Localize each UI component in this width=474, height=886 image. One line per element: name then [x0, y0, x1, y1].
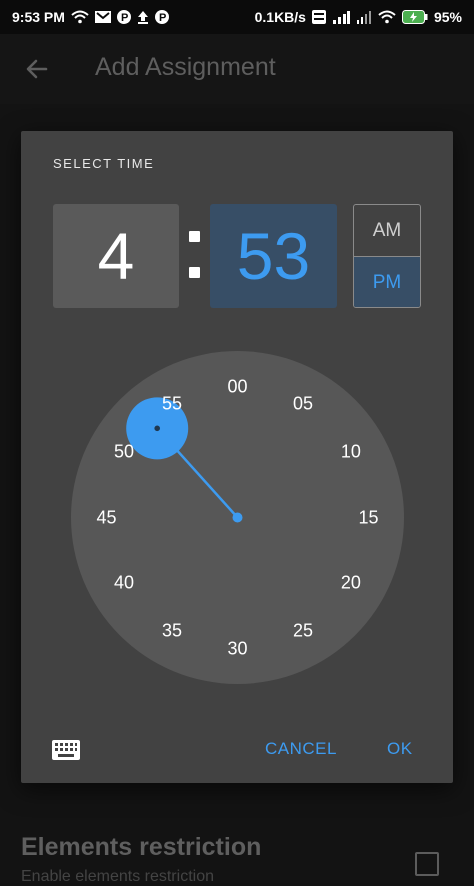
clock-label-05[interactable]: 05: [293, 394, 313, 415]
signal-icon: [332, 10, 350, 24]
battery-percent: 95%: [433, 9, 462, 25]
clock-label-55[interactable]: 55: [162, 394, 182, 415]
gmail-icon: [94, 10, 111, 24]
clock-dial[interactable]: 00 05 10 15 20 25 30 35 40 45 50 55: [71, 351, 404, 684]
dialog-label: SELECT TIME: [53, 156, 155, 171]
arrow-left-icon[interactable]: [24, 56, 50, 82]
clock-label-00[interactable]: 00: [227, 376, 247, 397]
battery-charging-icon: [401, 10, 428, 24]
am-button[interactable]: AM: [354, 205, 420, 257]
svg-text:P: P: [121, 12, 128, 24]
minute-field[interactable]: 53: [210, 204, 337, 308]
svg-text:P: P: [159, 12, 166, 24]
clock-selector-dot: [154, 425, 161, 432]
wifi-icon: [378, 10, 396, 24]
clock-label-10[interactable]: 10: [341, 442, 361, 463]
clock-label-45[interactable]: 45: [96, 507, 116, 528]
wifi-icon: [71, 10, 89, 24]
keyboard-icon[interactable]: [52, 740, 80, 760]
status-bar: 9:53 PM P P 0.1KB/s 95%: [0, 0, 474, 34]
status-time: 9:53 PM: [12, 9, 65, 25]
time-separator: [185, 225, 205, 285]
p-app-icon: P: [116, 9, 131, 25]
pm-button[interactable]: PM: [354, 257, 420, 307]
page-title: Add Assignment: [95, 53, 276, 81]
clock-label-35[interactable]: 35: [162, 620, 182, 641]
ok-button[interactable]: OK: [387, 739, 413, 759]
elements-restriction-subtitle: Enable elements restriction: [21, 868, 214, 885]
clock-label-20[interactable]: 20: [341, 573, 361, 594]
elements-restriction-row: Elements restriction Enable elements res…: [0, 815, 474, 885]
p-app-icon: P: [154, 9, 169, 25]
am-pm-toggle: AM PM: [353, 204, 421, 308]
clock-label-50[interactable]: 50: [114, 442, 134, 463]
clock-center-dot: [232, 512, 243, 523]
network-speed: 0.1KB/s: [254, 9, 306, 25]
hour-field[interactable]: 4: [53, 204, 179, 308]
clock-label-30[interactable]: 30: [227, 638, 247, 659]
volte-icon: [311, 10, 326, 24]
elements-restriction-title: Elements restriction: [21, 833, 262, 861]
clock-label-40[interactable]: 40: [114, 573, 134, 594]
clock-label-25[interactable]: 25: [293, 620, 313, 641]
app-bar: Add Assignment: [0, 34, 474, 104]
upload-icon: [137, 10, 149, 24]
signal-icon: [356, 10, 372, 24]
cancel-button[interactable]: CANCEL: [265, 739, 337, 759]
elements-restriction-checkbox[interactable]: [415, 852, 439, 876]
clock-label-15[interactable]: 15: [358, 507, 378, 528]
time-picker-dialog: SELECT TIME 4 53 AM PM 00 05 10 15 20 25 30 35 4…: [21, 131, 453, 783]
